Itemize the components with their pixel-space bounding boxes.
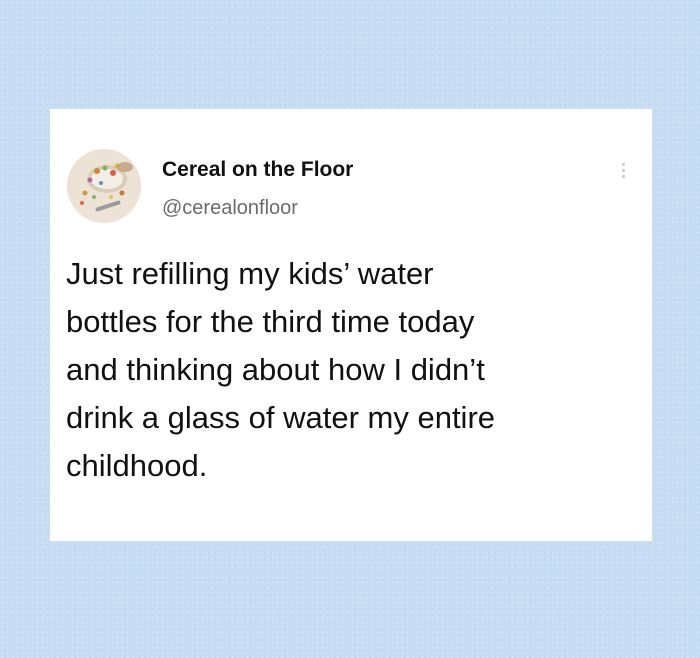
more-dot (621, 169, 625, 172)
vertical-ellipsis-icon[interactable] (618, 163, 628, 185)
author-display-name[interactable]: Cereal on the Floor (162, 158, 353, 182)
author-handle[interactable]: @cerealonfloor (162, 197, 298, 220)
tweet-text: Just refilling my kids’ water bottles fo… (66, 256, 496, 483)
cereal-bowl-avatar-icon (67, 149, 141, 223)
more-dot (621, 175, 625, 178)
avatar[interactable] (67, 149, 141, 223)
more-dot (621, 163, 625, 166)
tweet-card: Cereal on the Floor @cerealonfloor Just … (50, 109, 652, 541)
